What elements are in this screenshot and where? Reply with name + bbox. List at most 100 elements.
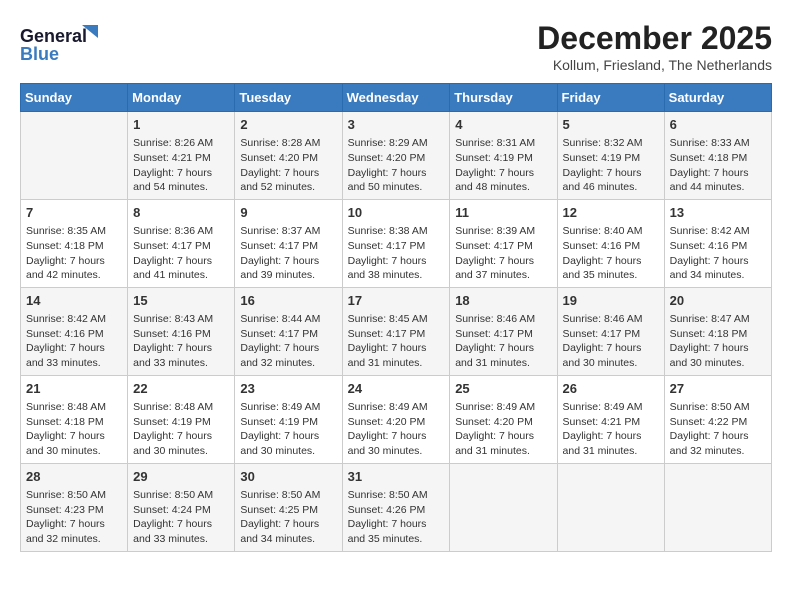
day-number: 23: [240, 380, 336, 398]
calendar-cell: 10Sunrise: 8:38 AM Sunset: 4:17 PM Dayli…: [342, 199, 450, 287]
cell-content: Sunrise: 8:31 AM Sunset: 4:19 PM Dayligh…: [455, 136, 551, 195]
day-number: 17: [348, 292, 445, 310]
day-header-saturday: Saturday: [664, 84, 771, 112]
logo: General Blue: [20, 20, 100, 70]
cell-content: Sunrise: 8:44 AM Sunset: 4:17 PM Dayligh…: [240, 312, 336, 371]
calendar-cell: 9Sunrise: 8:37 AM Sunset: 4:17 PM Daylig…: [235, 199, 342, 287]
day-number: 11: [455, 204, 551, 222]
day-number: 16: [240, 292, 336, 310]
day-number: 14: [26, 292, 122, 310]
cell-content: Sunrise: 8:42 AM Sunset: 4:16 PM Dayligh…: [26, 312, 122, 371]
title-block: December 2025 Kollum, Friesland, The Net…: [537, 20, 772, 73]
day-number: 22: [133, 380, 229, 398]
cell-content: Sunrise: 8:46 AM Sunset: 4:17 PM Dayligh…: [455, 312, 551, 371]
cell-content: Sunrise: 8:46 AM Sunset: 4:17 PM Dayligh…: [563, 312, 659, 371]
day-header-wednesday: Wednesday: [342, 84, 450, 112]
day-number: 26: [563, 380, 659, 398]
calendar-cell: 8Sunrise: 8:36 AM Sunset: 4:17 PM Daylig…: [128, 199, 235, 287]
cell-content: Sunrise: 8:50 AM Sunset: 4:22 PM Dayligh…: [670, 400, 766, 459]
cell-content: Sunrise: 8:39 AM Sunset: 4:17 PM Dayligh…: [455, 224, 551, 283]
calendar-cell: 18 Sunrise: 8:46 AM Sunset: 4:17 PM Dayli…: [450, 287, 557, 375]
day-number: 18: [455, 292, 551, 310]
day-header-thursday: Thursday: [450, 84, 557, 112]
day-number: 28: [26, 468, 122, 486]
cell-content: Sunrise: 8:50 AM Sunset: 4:24 PM Dayligh…: [133, 488, 229, 547]
day-number: 21: [26, 380, 122, 398]
cell-content: Sunrise: 8:48 AM Sunset: 4:19 PM Dayligh…: [133, 400, 229, 459]
day-number: 24: [348, 380, 445, 398]
day-number: 2: [240, 116, 336, 134]
cell-content: Sunrise: 8:42 AM Sunset: 4:16 PM Dayligh…: [670, 224, 766, 283]
day-number: 1: [133, 116, 229, 134]
calendar-cell: 27 Sunrise: 8:50 AM Sunset: 4:22 PM Dayli…: [664, 375, 771, 463]
day-number: 31: [348, 468, 445, 486]
cell-content: Sunrise: 8:49 AM Sunset: 4:20 PM Dayligh…: [455, 400, 551, 459]
cell-content: Sunrise: 8:50 AM Sunset: 4:25 PM Dayligh…: [240, 488, 336, 547]
cell-content: Sunrise: 8:49 AM Sunset: 4:21 PM Dayligh…: [563, 400, 659, 459]
day-number: 8: [133, 204, 229, 222]
cell-content: Sunrise: 8:37 AM Sunset: 4:17 PM Dayligh…: [240, 224, 336, 283]
calendar-week-1: 1 Sunrise: 8:26 AM Sunset: 4:21 PM Daylig…: [21, 112, 772, 200]
cell-content: Sunrise: 8:35 AM Sunset: 4:18 PM Dayligh…: [26, 224, 122, 283]
day-number: 13: [670, 204, 766, 222]
cell-content: Sunrise: 8:29 AM Sunset: 4:20 PM Dayligh…: [348, 136, 445, 195]
cell-content: Sunrise: 8:49 AM Sunset: 4:19 PM Dayligh…: [240, 400, 336, 459]
svg-text:General: General: [20, 26, 87, 46]
calendar-cell: 23 Sunrise: 8:49 AM Sunset: 4:19 PM Dayli…: [235, 375, 342, 463]
calendar-cell: 3 Sunrise: 8:29 AM Sunset: 4:20 PM Daylig…: [342, 112, 450, 200]
calendar-table: SundayMondayTuesdayWednesdayThursdayFrid…: [20, 83, 772, 552]
svg-text:Blue: Blue: [20, 44, 59, 64]
calendar-cell: [21, 112, 128, 200]
day-header-tuesday: Tuesday: [235, 84, 342, 112]
cell-content: Sunrise: 8:47 AM Sunset: 4:18 PM Dayligh…: [670, 312, 766, 371]
calendar-cell: [664, 463, 771, 551]
day-number: 6: [670, 116, 766, 134]
cell-content: Sunrise: 8:50 AM Sunset: 4:26 PM Dayligh…: [348, 488, 445, 547]
cell-content: Sunrise: 8:43 AM Sunset: 4:16 PM Dayligh…: [133, 312, 229, 371]
logo-icon: General Blue: [20, 20, 100, 70]
month-title: December 2025: [537, 20, 772, 57]
location-subtitle: Kollum, Friesland, The Netherlands: [537, 57, 772, 73]
calendar-cell: 26 Sunrise: 8:49 AM Sunset: 4:21 PM Dayli…: [557, 375, 664, 463]
calendar-cell: 12Sunrise: 8:40 AM Sunset: 4:16 PM Dayli…: [557, 199, 664, 287]
day-number: 29: [133, 468, 229, 486]
calendar-cell: 21 Sunrise: 8:48 AM Sunset: 4:18 PM Dayli…: [21, 375, 128, 463]
calendar-cell: 29 Sunrise: 8:50 AM Sunset: 4:24 PM Dayli…: [128, 463, 235, 551]
day-number: 20: [670, 292, 766, 310]
day-number: 15: [133, 292, 229, 310]
calendar-cell: 19 Sunrise: 8:46 AM Sunset: 4:17 PM Dayli…: [557, 287, 664, 375]
day-number: 4: [455, 116, 551, 134]
calendar-cell: 28 Sunrise: 8:50 AM Sunset: 4:23 PM Dayli…: [21, 463, 128, 551]
cell-content: Sunrise: 8:26 AM Sunset: 4:21 PM Dayligh…: [133, 136, 229, 195]
calendar-cell: 31 Sunrise: 8:50 AM Sunset: 4:26 PM Dayli…: [342, 463, 450, 551]
calendar-week-2: 7 Sunrise: 8:35 AM Sunset: 4:18 PM Daylig…: [21, 199, 772, 287]
day-number: 3: [348, 116, 445, 134]
calendar-cell: 25Sunrise: 8:49 AM Sunset: 4:20 PM Dayli…: [450, 375, 557, 463]
cell-content: Sunrise: 8:48 AM Sunset: 4:18 PM Dayligh…: [26, 400, 122, 459]
cell-content: Sunrise: 8:50 AM Sunset: 4:23 PM Dayligh…: [26, 488, 122, 547]
day-number: 7: [26, 204, 122, 222]
calendar-cell: 16 Sunrise: 8:44 AM Sunset: 4:17 PM Dayli…: [235, 287, 342, 375]
calendar-cell: 24Sunrise: 8:49 AM Sunset: 4:20 PM Dayli…: [342, 375, 450, 463]
cell-content: Sunrise: 8:33 AM Sunset: 4:18 PM Dayligh…: [670, 136, 766, 195]
calendar-cell: 2Sunrise: 8:28 AM Sunset: 4:20 PM Daylig…: [235, 112, 342, 200]
calendar-week-3: 14 Sunrise: 8:42 AM Sunset: 4:16 PM Dayli…: [21, 287, 772, 375]
calendar-cell: 1 Sunrise: 8:26 AM Sunset: 4:21 PM Daylig…: [128, 112, 235, 200]
calendar-cell: 14 Sunrise: 8:42 AM Sunset: 4:16 PM Dayli…: [21, 287, 128, 375]
calendar-cell: [450, 463, 557, 551]
day-number: 27: [670, 380, 766, 398]
day-header-sunday: Sunday: [21, 84, 128, 112]
cell-content: Sunrise: 8:38 AM Sunset: 4:17 PM Dayligh…: [348, 224, 445, 283]
day-number: 5: [563, 116, 659, 134]
day-number: 30: [240, 468, 336, 486]
calendar-cell: 13 Sunrise: 8:42 AM Sunset: 4:16 PM Dayli…: [664, 199, 771, 287]
day-number: 19: [563, 292, 659, 310]
calendar-week-5: 28 Sunrise: 8:50 AM Sunset: 4:23 PM Dayli…: [21, 463, 772, 551]
page-header: General Blue December 2025 Kollum, Fries…: [20, 20, 772, 73]
calendar-cell: 11 Sunrise: 8:39 AM Sunset: 4:17 PM Dayli…: [450, 199, 557, 287]
day-header-friday: Friday: [557, 84, 664, 112]
calendar-cell: 20 Sunrise: 8:47 AM Sunset: 4:18 PM Dayli…: [664, 287, 771, 375]
calendar-cell: 7 Sunrise: 8:35 AM Sunset: 4:18 PM Daylig…: [21, 199, 128, 287]
cell-content: Sunrise: 8:40 AM Sunset: 4:16 PM Dayligh…: [563, 224, 659, 283]
cell-content: Sunrise: 8:32 AM Sunset: 4:19 PM Dayligh…: [563, 136, 659, 195]
